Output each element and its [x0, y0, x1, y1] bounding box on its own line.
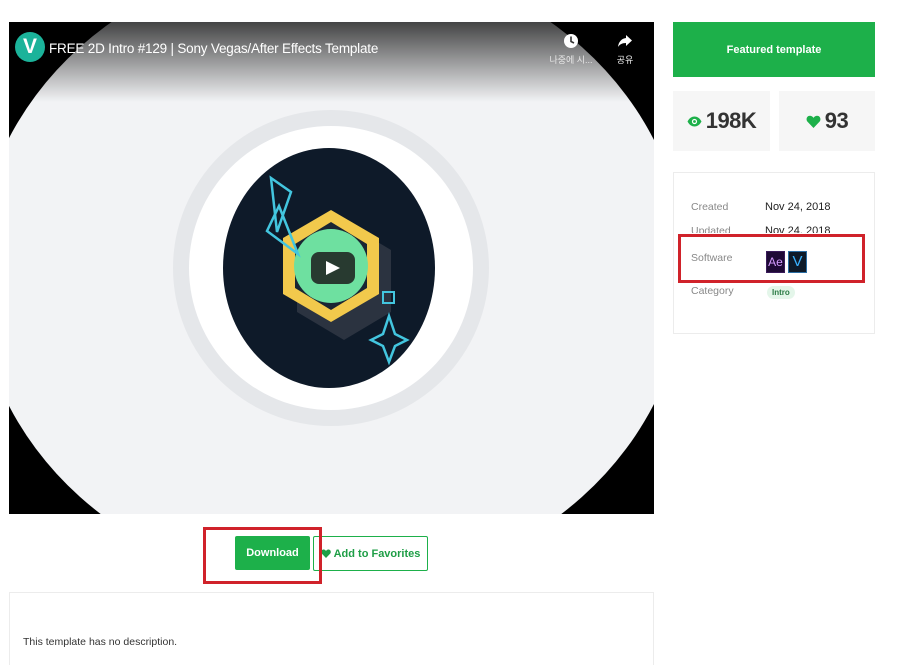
eye-icon [687, 116, 702, 126]
heart-icon [806, 115, 821, 128]
updated-label: Updated [691, 225, 731, 233]
video-player[interactable]: V FREE 2D Intro #129 | Sony Vegas/After … [9, 22, 654, 514]
software-label: Software [691, 252, 733, 264]
watch-later-label: 나중에 시... [549, 55, 593, 65]
add-to-favorites-button[interactable]: Add to Favorites [313, 536, 428, 571]
share-button[interactable]: 공유 [603, 33, 647, 66]
channel-avatar[interactable]: V [15, 32, 45, 62]
heart-icon [320, 549, 331, 558]
views-count: 198K [705, 108, 757, 133]
featured-template-banner[interactable]: Featured template [673, 22, 875, 77]
play-icon [326, 261, 340, 275]
play-button[interactable] [311, 252, 355, 284]
views-stat: 198K [673, 91, 770, 151]
share-icon [618, 35, 632, 47]
likes-stat: 93 [779, 91, 875, 151]
likes-count: 93 [824, 108, 849, 133]
watch-later-button[interactable]: 나중에 시... [549, 33, 593, 66]
add-to-favorites-label: Add to Favorites [333, 547, 421, 560]
category-label: Category [691, 285, 734, 297]
updated-value: Nov 24, 2018 [765, 225, 831, 233]
created-label: Created [691, 201, 729, 213]
share-label: 공유 [616, 55, 634, 65]
template-info-panel: Created Nov 24, 2018 Updated Nov 24, 201… [673, 172, 875, 334]
description-text: This template has no description. [23, 636, 178, 648]
clock-icon [564, 34, 578, 48]
video-title[interactable]: FREE 2D Intro #129 | Sony Vegas/After Ef… [49, 41, 378, 56]
vegas-icon: V [788, 251, 807, 273]
created-value: Nov 24, 2018 [765, 201, 831, 213]
after-effects-icon: Ae [766, 251, 785, 273]
description-panel: This template has no description. [9, 592, 654, 665]
template-page: V FREE 2D Intro #129 | Sony Vegas/After … [0, 0, 900, 665]
category-tag[interactable]: Intro [767, 286, 795, 299]
download-button[interactable]: Download [235, 536, 310, 570]
